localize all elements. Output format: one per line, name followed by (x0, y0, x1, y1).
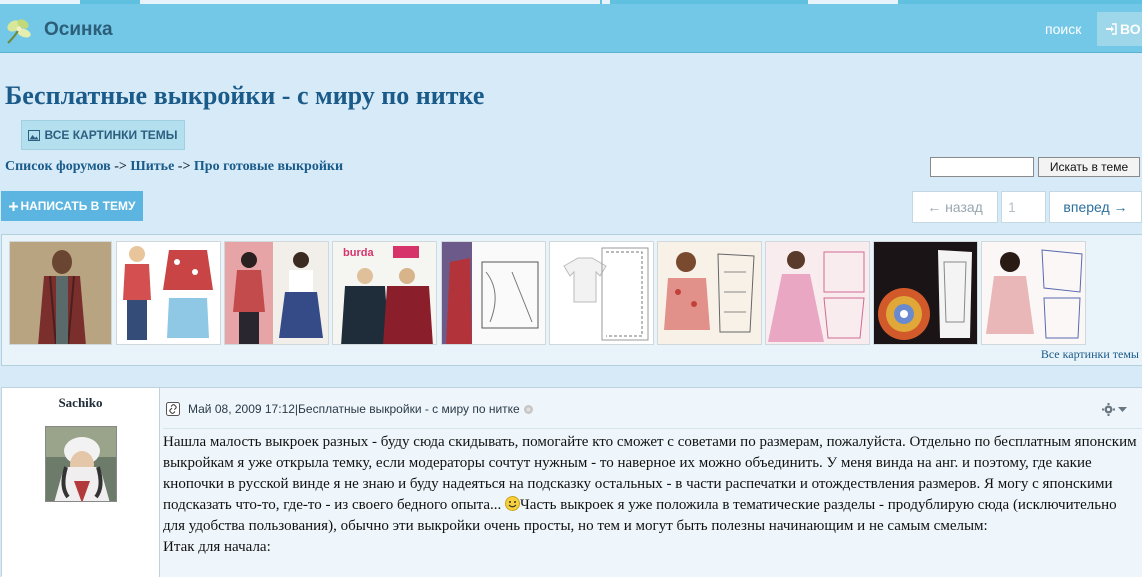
all-images-link[interactable]: Все картинки темы (1041, 347, 1139, 362)
navbar: Осинка поиск ВО (0, 4, 1142, 53)
gear-icon (1102, 403, 1115, 416)
reply-button-label: НАПИСАТЬ В ТЕМУ (20, 199, 136, 213)
breadcrumb: Список форумов -> Шитье -> Про готовые в… (5, 159, 343, 175)
pagination-next[interactable]: вперед → (1049, 191, 1142, 223)
pagination-prev[interactable]: ← назад (912, 191, 998, 223)
login-label: ВО (1120, 21, 1141, 37)
post-body: Нашла малость выкроек разных - буду сюда… (163, 432, 1138, 558)
post-actions-menu[interactable] (1102, 403, 1127, 416)
post-subject: Бесплатные выкройки - с миру по нитке (298, 402, 520, 416)
pink-dress2-thumb[interactable] (981, 241, 1086, 345)
search-link[interactable]: поиск (1045, 21, 1081, 37)
pagination-page-input[interactable]: 1 (1001, 191, 1046, 223)
status-dot-icon (523, 404, 533, 414)
post-author-panel: Sachiko (2, 388, 160, 577)
topic-search-input[interactable] (930, 157, 1034, 177)
login-button[interactable]: ВО (1097, 12, 1142, 46)
pattern-draft-thumb[interactable] (441, 241, 546, 345)
svg-text:burda: burda (343, 247, 374, 259)
tshirt-pattern-thumb[interactable] (549, 241, 654, 345)
breadcrumb-section[interactable]: Шитье (130, 159, 174, 174)
post-date: Май 08, 2009 17:12 (188, 402, 295, 416)
post: Sachiko Май 08, 2009 17:12 | Бесплатные … (1, 387, 1142, 577)
page-title: Бесплатные выкройки - с миру по нитке (5, 81, 485, 110)
all-images-button-label: ВСЕ КАРТИНКИ ТЕМЫ (44, 128, 178, 142)
topic-search-button[interactable]: Искать в теме (1038, 157, 1140, 177)
image-icon (28, 129, 41, 141)
post-text-line3: Итак для начала: (163, 539, 271, 555)
pink-dress-thumb[interactable] (765, 241, 870, 345)
plus-icon (8, 201, 18, 211)
smiley-icon (505, 496, 521, 511)
image-gallery: burda Все картинки темы (1, 234, 1142, 366)
breadcrumb-separator: -> (174, 159, 194, 174)
breadcrumb-subsection[interactable]: Про готовые выкройки (194, 159, 343, 174)
breadcrumb-separator: -> (110, 159, 131, 174)
post-header-divider (163, 428, 1142, 429)
reply-button[interactable]: НАПИСАТЬ В ТЕМУ (1, 191, 143, 221)
avatar[interactable] (45, 426, 117, 502)
author-name[interactable]: Sachiko (2, 395, 159, 411)
brand-name: Осинка (44, 19, 113, 40)
chevron-down-icon (1118, 406, 1127, 412)
breadcrumb-forums[interactable]: Список форумов (5, 159, 111, 174)
permalink-icon[interactable] (166, 402, 180, 416)
mandala-top-thumb[interactable] (873, 241, 978, 345)
flower-logo-icon (7, 19, 31, 44)
coat-thumb[interactable] (9, 241, 112, 345)
blouse-pattern-thumb[interactable] (657, 241, 762, 345)
kids-shirts-thumb[interactable] (116, 241, 221, 345)
sign-in-icon (1106, 23, 1117, 35)
brand[interactable]: Осинка (4, 13, 113, 47)
fashion-thumb[interactable] (224, 241, 329, 345)
burda-hoodie-thumb[interactable]: burda (332, 241, 437, 345)
post-header: Май 08, 2009 17:12 | Бесплатные выкройки… (166, 402, 534, 416)
post-content: Май 08, 2009 17:12 | Бесплатные выкройки… (160, 388, 1142, 577)
all-images-button[interactable]: ВСЕ КАРТИНКИ ТЕМЫ (21, 120, 185, 150)
